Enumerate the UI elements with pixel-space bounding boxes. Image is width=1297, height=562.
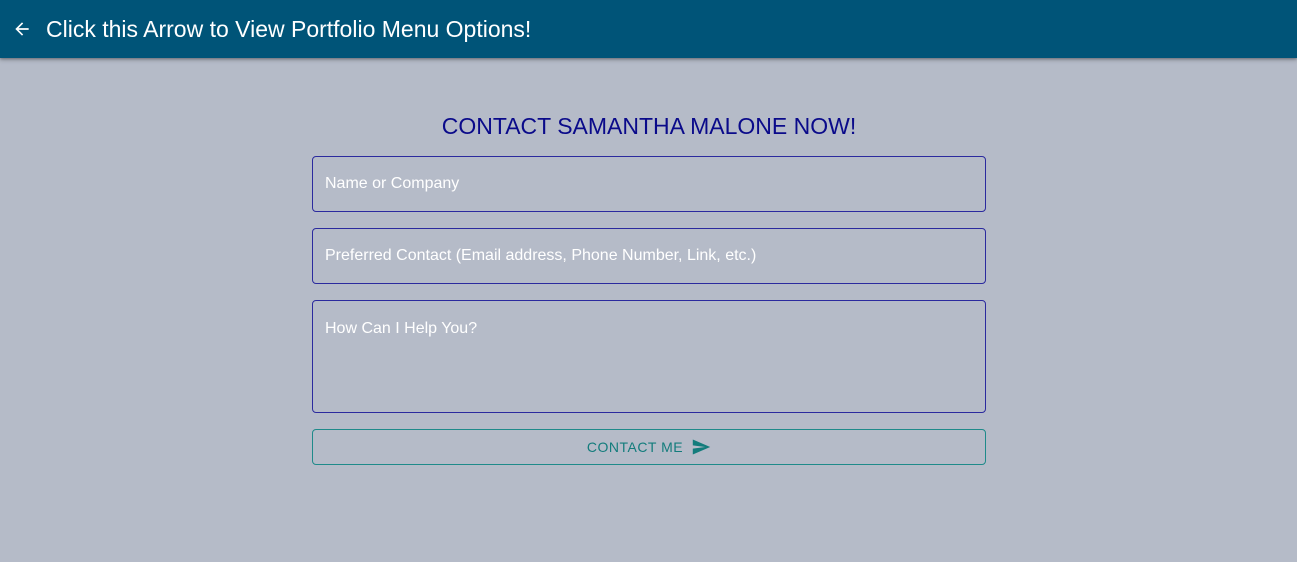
arrow-left-icon[interactable] bbox=[12, 19, 32, 39]
name-or-company-input[interactable] bbox=[312, 156, 986, 212]
message-textarea[interactable] bbox=[312, 300, 986, 413]
app-bar: Click this Arrow to View Portfolio Menu … bbox=[0, 0, 1297, 58]
contact-section: CONTACT SAMANTHA MALONE NOW! CONTACT ME bbox=[0, 58, 1297, 562]
app-bar-title: Click this Arrow to View Portfolio Menu … bbox=[46, 15, 532, 42]
send-icon bbox=[692, 439, 711, 455]
page-title: CONTACT SAMANTHA MALONE NOW! bbox=[441, 113, 857, 139]
contact-me-button[interactable]: CONTACT ME bbox=[312, 429, 986, 465]
contact-me-label: CONTACT ME bbox=[586, 439, 684, 455]
preferred-contact-input[interactable] bbox=[312, 228, 986, 284]
back-button[interactable] bbox=[0, 0, 44, 58]
